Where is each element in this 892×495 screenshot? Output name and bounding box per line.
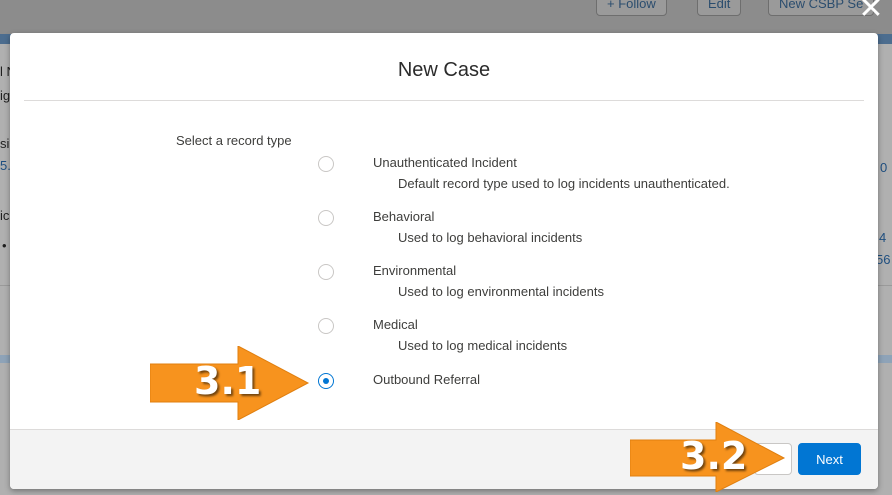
option-label: Unauthenticated Incident (373, 155, 517, 170)
record-type-option-behavioral[interactable]: Behavioral Used to log behavioral incide… (316, 209, 836, 252)
record-type-option-environmental[interactable]: Environmental Used to log environmental … (316, 263, 836, 306)
background-fragment: 0 (880, 160, 888, 175)
option-description: Used to log behavioral incidents (398, 230, 583, 245)
background-fragment: ic (0, 208, 10, 223)
option-label: Environmental (373, 263, 457, 278)
option-label: Behavioral (373, 209, 435, 224)
option-description: Default record type used to log incident… (398, 176, 730, 191)
annotation-arrow-3-1: 3.1 (150, 346, 310, 420)
radio-button[interactable] (318, 264, 334, 280)
background-fragment: ig (0, 88, 11, 103)
follow-button: + Follow (596, 0, 667, 16)
background-header (0, 0, 892, 34)
option-label: Medical (373, 317, 418, 332)
background-fragment: 56 (876, 252, 891, 267)
edit-button: Edit (697, 0, 742, 16)
radio-button-selected[interactable] (318, 373, 334, 389)
option-description: Used to log environmental incidents (398, 284, 604, 299)
modal-header: New Case (24, 33, 864, 101)
annotation-arrow-3-2: 3.2 (630, 422, 786, 492)
background-fragment: • (2, 238, 7, 253)
record-type-label: Select a record type (176, 133, 292, 148)
modal-title: New Case (397, 59, 491, 81)
option-label: Outbound Referral (373, 372, 480, 387)
radio-button[interactable] (318, 156, 334, 172)
record-type-option-unauthenticated-incident[interactable]: Unauthenticated Incident Default record … (316, 155, 836, 198)
radio-button[interactable] (318, 210, 334, 226)
new-case-modal: New Case Select a record type Unauthenti… (10, 33, 878, 489)
annotation-label: 3.2 (680, 434, 748, 478)
close-icon[interactable]: ✕ (854, 0, 888, 28)
option-description: Used to log medical incidents (398, 338, 568, 353)
background-fragment: 4 (879, 230, 887, 245)
annotation-label: 3.1 (194, 359, 262, 403)
record-type-option-outbound-referral[interactable]: Outbound Referral (316, 372, 836, 415)
next-button[interactable]: Next (798, 443, 861, 475)
record-type-option-medical[interactable]: Medical Used to log medical incidents (316, 317, 836, 360)
radio-button[interactable] (318, 318, 334, 334)
